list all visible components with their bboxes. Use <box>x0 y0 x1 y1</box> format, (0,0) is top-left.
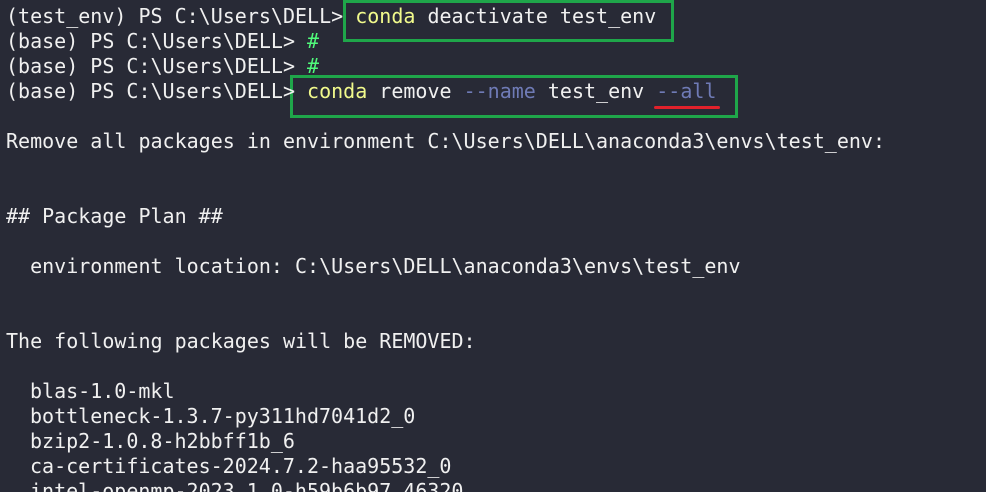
output-plan-header: ## Package Plan ## <box>6 204 223 228</box>
prompt: (base) PS C:\Users\DELL> <box>6 79 308 103</box>
package-name: blas-1.0-mkl <box>30 379 175 403</box>
command-args: remove <box>367 79 464 103</box>
terminal-line: (test_env) PS C:\Users\DELL> conda deact… <box>6 4 656 29</box>
package-item: bzip2-1.0.8-h2bbff1b_6 <box>30 429 295 454</box>
command-args: test_env <box>535 79 657 103</box>
flag-name: --name <box>463 79 536 103</box>
package-name: bottleneck-1.3.7-py311hd7041d2_0 <box>30 404 416 428</box>
terminal-window[interactable]: (test_env) PS C:\Users\DELL> conda deact… <box>0 0 986 492</box>
package-item: ca-certificates-2024.7.2-haa95532_0 <box>30 454 451 479</box>
output-env-location: environment location: C:\Users\DELL\anac… <box>6 254 741 278</box>
comment-hash: # <box>307 54 320 78</box>
output-remove-message: Remove all packages in environment C:\Us… <box>6 129 885 153</box>
comment-hash: # <box>307 29 320 53</box>
output-removed-header: The following packages will be REMOVED: <box>6 329 476 353</box>
terminal-line: (base) PS C:\Users\DELL> conda remove --… <box>6 79 716 104</box>
command-args: deactivate test_env <box>415 4 657 28</box>
package-name: intel-openmp-2023.1.0-h59b6b97_46320 <box>30 479 464 492</box>
package-name: ca-certificates-2024.7.2-haa95532_0 <box>30 454 452 478</box>
prompt: (test_env) PS C:\Users\DELL> <box>6 4 356 28</box>
command-name: conda <box>355 4 416 28</box>
underline-all-flag <box>654 106 720 109</box>
prompt: (base) PS C:\Users\DELL> <box>6 29 308 53</box>
package-item: blas-1.0-mkl <box>30 379 175 404</box>
terminal-line: (base) PS C:\Users\DELL> # <box>6 54 319 79</box>
flag-all: --all <box>656 79 717 103</box>
package-item: intel-openmp-2023.1.0-h59b6b97_46320 <box>30 479 463 492</box>
package-item: bottleneck-1.3.7-py311hd7041d2_0 <box>30 404 415 429</box>
command-name: conda <box>307 79 368 103</box>
package-name: bzip2-1.0.8-h2bbff1b_6 <box>30 429 295 453</box>
terminal-line: (base) PS C:\Users\DELL> # <box>6 29 319 54</box>
prompt: (base) PS C:\Users\DELL> <box>6 54 308 78</box>
